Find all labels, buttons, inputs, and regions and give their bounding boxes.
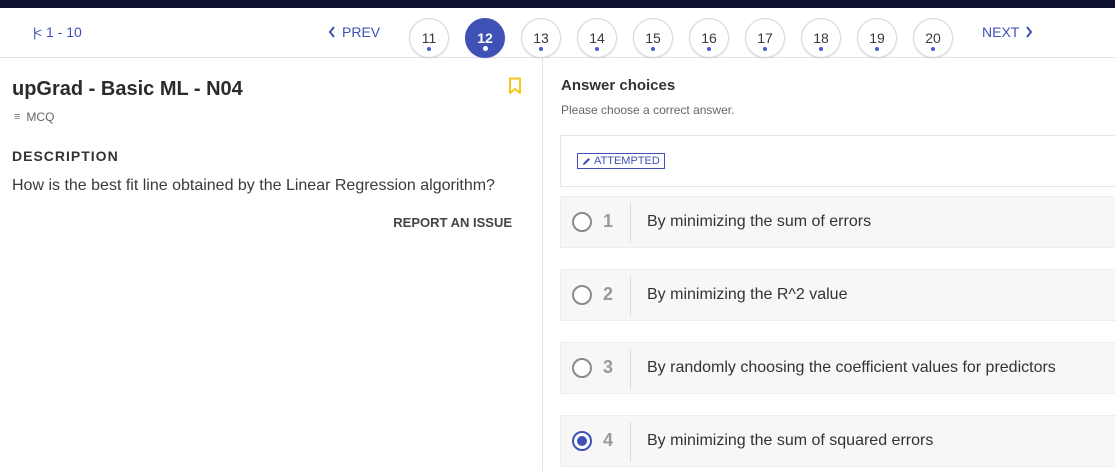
page-button-11[interactable]: 11 bbox=[409, 18, 449, 58]
page-number: 11 bbox=[421, 30, 437, 46]
page-number: 13 bbox=[533, 30, 549, 46]
page-dot bbox=[707, 47, 711, 51]
question-description: How is the best fit line obtained by the… bbox=[12, 177, 495, 194]
radio-button-selected[interactable] bbox=[572, 431, 592, 451]
question-title: upGrad - Basic ML - N04 bbox=[12, 78, 243, 100]
page-button-17[interactable]: 17 bbox=[745, 18, 785, 58]
answer-choice-1[interactable]: 1 By minimizing the sum of errors bbox=[560, 196, 1115, 248]
page-number: 20 bbox=[925, 30, 941, 46]
status-badge-label: ATTEMPTED bbox=[594, 155, 660, 167]
page-number: 16 bbox=[701, 30, 717, 46]
page-button-16[interactable]: 16 bbox=[689, 18, 729, 58]
choice-text: By minimizing the R^2 value bbox=[647, 286, 848, 303]
question-type: ≡ MCQ bbox=[14, 110, 54, 124]
page-button-14[interactable]: 14 bbox=[577, 18, 617, 58]
divider bbox=[630, 203, 631, 243]
page-dot bbox=[875, 47, 879, 51]
page-number: 17 bbox=[757, 30, 773, 46]
chevron-right-icon bbox=[1026, 26, 1033, 38]
prev-label: PREV bbox=[342, 24, 381, 40]
choice-text: By minimizing the sum of squared errors bbox=[647, 432, 934, 449]
status-box: ATTEMPTED bbox=[560, 135, 1115, 187]
choice-text: By minimizing the sum of errors bbox=[647, 213, 872, 230]
page-number: 15 bbox=[645, 30, 661, 46]
answer-choice-3[interactable]: 3 By randomly choosing the coefficient v… bbox=[560, 342, 1115, 394]
page-dot bbox=[427, 47, 431, 51]
page-button-18[interactable]: 18 bbox=[801, 18, 841, 58]
pencil-icon bbox=[583, 157, 590, 165]
description-heading: DESCRIPTION bbox=[12, 148, 119, 164]
top-bar bbox=[0, 0, 1115, 8]
answer-choices-heading: Answer choices bbox=[561, 77, 676, 94]
radio-button[interactable] bbox=[572, 212, 592, 232]
radio-button[interactable] bbox=[572, 358, 592, 378]
choice-number: 3 bbox=[603, 357, 614, 377]
page-list: 11 12 13 14 15 16 17 18 19 20 bbox=[409, 18, 953, 58]
page-button-12[interactable]: 12 bbox=[465, 18, 505, 58]
question-panel: upGrad - Basic ML - N04 ≡ MCQ DESCRIPTIO… bbox=[0, 58, 543, 471]
answer-panel: Answer choices Please choose a correct a… bbox=[544, 58, 1115, 471]
answer-choices-subheading: Please choose a correct answer. bbox=[561, 103, 735, 117]
page-range-button[interactable]: |< 1 - 10 bbox=[33, 24, 82, 40]
page-button-20[interactable]: 20 bbox=[913, 18, 953, 58]
page-dot bbox=[931, 47, 935, 51]
page-dot bbox=[595, 47, 599, 51]
divider bbox=[630, 422, 631, 462]
page-button-19[interactable]: 19 bbox=[857, 18, 897, 58]
bookmark-icon[interactable] bbox=[508, 77, 522, 95]
page-number: 19 bbox=[869, 30, 885, 46]
page-range-label: 1 - 10 bbox=[45, 24, 82, 40]
choice-number: 4 bbox=[603, 430, 614, 450]
prev-button[interactable]: PREV bbox=[328, 24, 380, 40]
divider bbox=[630, 276, 631, 316]
page-dot bbox=[763, 47, 767, 51]
page-button-13[interactable]: 13 bbox=[521, 18, 561, 58]
choice-number: 2 bbox=[603, 284, 614, 304]
choice-text: By randomly choosing the coefficient val… bbox=[647, 359, 1056, 376]
question-pager: |< 1 - 10 PREV 11 12 13 14 15 16 17 18 1… bbox=[0, 8, 1115, 58]
question-type-label: MCQ bbox=[26, 110, 55, 124]
status-badge: ATTEMPTED bbox=[577, 153, 665, 169]
page-number: 18 bbox=[813, 30, 829, 46]
page-button-15[interactable]: 15 bbox=[633, 18, 673, 58]
answer-choice-2[interactable]: 2 By minimizing the R^2 value bbox=[560, 269, 1115, 321]
page-number: 12 bbox=[477, 30, 493, 46]
page-number: 14 bbox=[589, 30, 605, 46]
page-dot bbox=[482, 46, 488, 51]
report-issue-button[interactable]: REPORT AN ISSUE bbox=[393, 215, 512, 230]
next-label: NEXT bbox=[982, 24, 1020, 40]
first-page-icon: |< bbox=[33, 24, 42, 40]
divider bbox=[630, 349, 631, 389]
menu-lines-icon: ≡ bbox=[14, 111, 21, 123]
chevron-left-icon bbox=[328, 26, 335, 38]
answer-choice-4[interactable]: 4 By minimizing the sum of squared error… bbox=[560, 415, 1115, 467]
choice-number: 1 bbox=[603, 211, 614, 231]
page-dot bbox=[819, 47, 823, 51]
page-dot bbox=[539, 47, 543, 51]
next-button[interactable]: NEXT bbox=[982, 24, 1033, 40]
page-dot bbox=[651, 47, 655, 51]
radio-button[interactable] bbox=[572, 285, 592, 305]
